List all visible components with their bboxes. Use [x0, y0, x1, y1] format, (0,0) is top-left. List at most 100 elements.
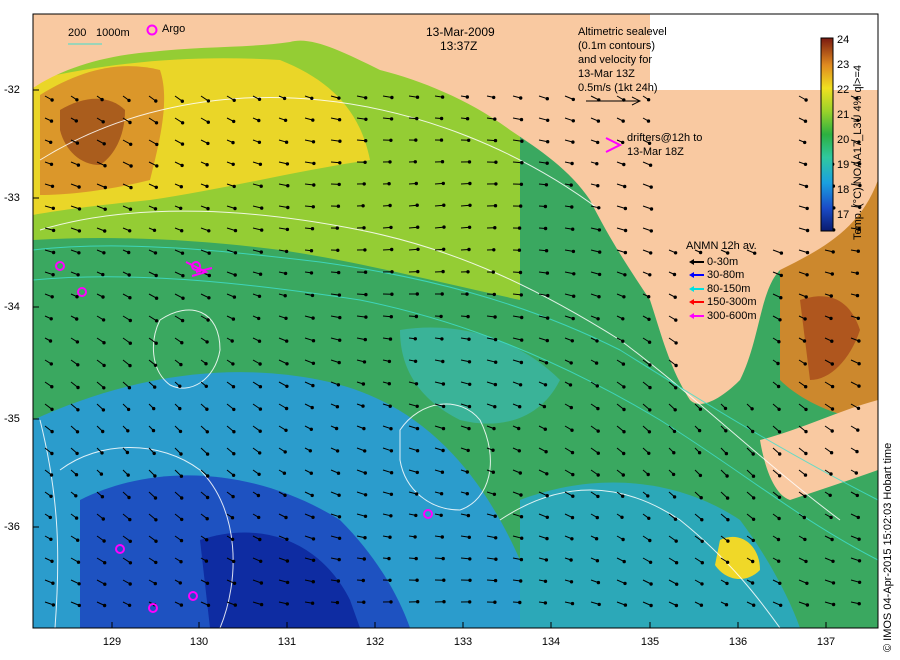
velocity-arrow-head — [517, 426, 521, 431]
velocity-arrow-head — [751, 474, 756, 478]
velocity-arrow-head — [284, 428, 288, 432]
velocity-arrow-head — [465, 117, 470, 121]
velocity-arrow-head — [154, 341, 158, 345]
velocity-arrow-head — [621, 119, 625, 123]
velocity-arrow-head — [154, 539, 158, 543]
velocity-arrow-head — [622, 430, 626, 434]
anmn-legend-item: 30-80m — [688, 269, 744, 282]
velocity-arrow-head — [647, 317, 651, 321]
velocity-arrow-head — [467, 404, 472, 409]
velocity-arrow-head — [648, 408, 652, 412]
velocity-arrow-head — [623, 250, 628, 255]
velocity-arrow-head — [282, 471, 287, 475]
velocity-arrow-head — [231, 385, 236, 389]
velocity-arrow-head — [595, 162, 599, 166]
velocity-arrow-head — [50, 385, 54, 389]
velocity-arrow-head — [440, 535, 444, 539]
velocity-arrow-head — [804, 451, 808, 456]
velocity-arrow-head — [178, 384, 182, 388]
velocity-arrow-head — [310, 227, 315, 231]
velocity-arrow-head — [440, 160, 445, 164]
velocity-arrow-head — [312, 183, 316, 187]
velocity-arrow-head — [414, 314, 419, 319]
velocity-arrow-head — [51, 228, 56, 233]
velocity-arrow-head — [76, 408, 80, 412]
velocity-arrow-head — [594, 361, 599, 365]
velocity-arrow-head — [282, 96, 287, 101]
velocity-arrow-head — [102, 603, 107, 608]
altimetry-line-4: 13-Mar 13Z — [578, 68, 635, 80]
velocity-arrow-head — [598, 250, 602, 254]
velocity-arrow-head — [128, 296, 132, 300]
velocity-arrow-head — [803, 362, 807, 366]
velocity-arrow-head — [258, 272, 263, 276]
velocity-arrow-head — [519, 579, 523, 583]
velocity-arrow-head — [621, 537, 625, 542]
velocity-arrow-head — [777, 407, 781, 411]
velocity-arrow-head — [285, 537, 289, 541]
x-tick-label: 131 — [277, 636, 297, 648]
velocity-arrow-head — [154, 121, 159, 125]
velocity-arrow-head — [648, 363, 652, 367]
velocity-arrow-head — [545, 536, 549, 541]
velocity-arrow-head — [283, 450, 287, 454]
velocity-arrow-head — [102, 142, 106, 146]
velocity-arrow-head — [621, 317, 625, 321]
velocity-arrow-head — [441, 404, 446, 409]
velocity-arrow-head — [571, 97, 575, 102]
velocity-arrow-head — [205, 581, 210, 585]
anmn-title: ANMN 12h av. — [686, 240, 757, 252]
velocity-arrow-head — [805, 228, 810, 233]
colorbar-tick-label: 24 — [837, 34, 850, 46]
velocity-arrow-head — [152, 451, 156, 456]
velocity-arrow-head — [337, 182, 341, 187]
velocity-arrow-head — [623, 228, 628, 233]
velocity-arrow-head — [389, 514, 393, 518]
velocity-arrow-head — [544, 249, 549, 253]
velocity-arrow-head — [568, 383, 573, 387]
velocity-arrow-head — [492, 292, 496, 297]
velocity-arrow-head — [751, 538, 755, 543]
velocity-arrow-head — [414, 138, 418, 142]
velocity-arrow-head — [128, 229, 132, 233]
velocity-arrow-head — [597, 295, 601, 299]
map-date: 13-Mar-2009 — [426, 25, 495, 39]
velocity-arrow-head — [258, 362, 262, 366]
velocity-arrow-head — [311, 118, 315, 122]
velocity-arrow-head — [232, 295, 237, 299]
velocity-arrow-head — [674, 318, 678, 322]
velocity-arrow-head — [442, 247, 446, 252]
drifters-line-2: 13-Mar 18Z — [627, 146, 684, 158]
velocity-arrow-head — [310, 601, 315, 605]
drifters-line-1: drifters@12h to — [627, 132, 703, 144]
velocity-arrow-head — [336, 471, 341, 475]
velocity-arrow-head — [520, 536, 524, 540]
velocity-arrow-head — [646, 119, 651, 123]
velocity-arrow-head — [493, 138, 498, 143]
velocity-arrow-head — [75, 317, 79, 321]
velocity-arrow-head — [309, 271, 314, 275]
velocity-arrow-head — [233, 228, 238, 233]
velocity-arrow-head — [180, 99, 185, 103]
velocity-arrow-head — [571, 227, 575, 231]
velocity-arrow-head — [468, 600, 472, 604]
velocity-arrow-head — [672, 272, 677, 277]
velocity-arrow-head — [570, 515, 575, 520]
velocity-arrow-head — [779, 296, 783, 300]
velocity-arrow-head — [621, 362, 626, 366]
velocity-arrow-head — [546, 118, 550, 123]
velocity-arrow-head — [180, 341, 184, 345]
velocity-arrow-head — [74, 473, 79, 477]
velocity-arrow-head — [493, 337, 498, 342]
velocity-arrow-head — [493, 514, 497, 518]
velocity-arrow-head — [337, 515, 342, 519]
velocity-arrow-head — [518, 270, 523, 275]
velocity-arrow-head — [777, 430, 782, 434]
velocity-arrow-head — [309, 471, 313, 475]
velocity-arrow-head — [520, 315, 524, 320]
velocity-arrow-head — [180, 517, 184, 522]
velocity-arrow-head — [649, 582, 653, 586]
velocity-arrow-head — [830, 407, 835, 411]
velocity-arrow-head — [389, 225, 393, 230]
velocity-arrow-head — [804, 98, 808, 102]
